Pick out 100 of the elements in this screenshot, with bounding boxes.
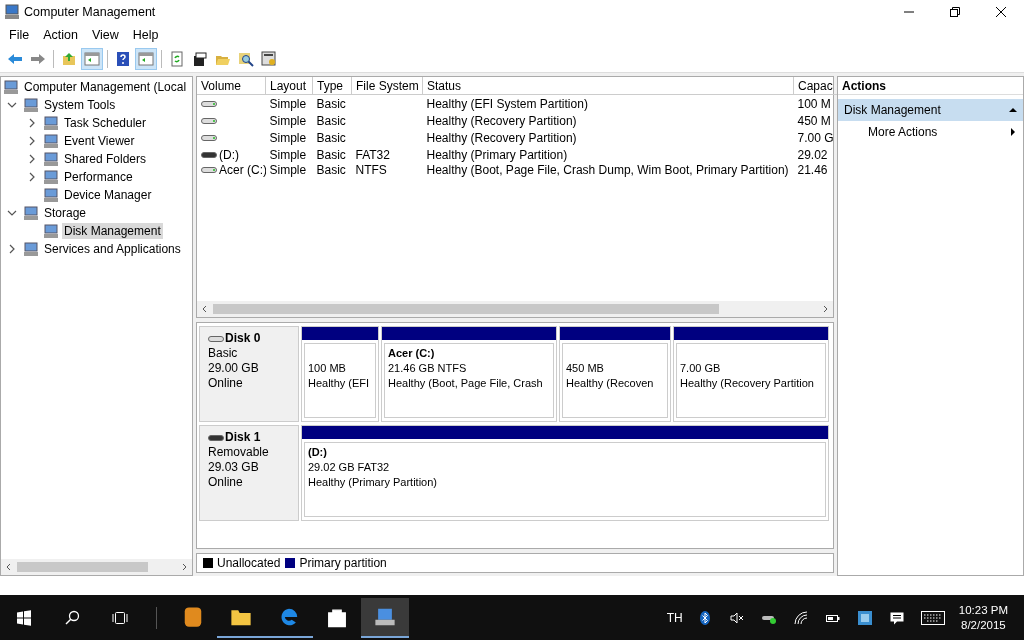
table-cell: Basic [316,130,346,145]
table-cell: Healthy (Recovery Partition) [426,130,577,145]
disk-status: Online [208,376,244,391]
tree-item[interactable]: Shared Folders [62,151,149,167]
tree-item[interactable]: Computer Management (Local [22,79,189,95]
app-tray-icon[interactable] [856,609,873,626]
scroll-left-icon[interactable] [5,563,13,571]
partition-block[interactable]: (D:) 29.02 GB FAT32 Healthy (Primary Partition) [301,425,829,521]
partition-status: Healthy (Recoven [566,376,655,391]
table-cell: Simple [269,163,307,177]
clock-time[interactable]: 10:23 PM [958,602,1008,618]
horizontal-scrollbar[interactable] [197,301,833,317]
chevron-icon[interactable] [27,172,37,182]
disk-info-panel[interactable]: Disk 0 Basic 29.00 GB Online [199,326,299,422]
chevron-icon[interactable] [7,208,17,218]
partition-block[interactable]: Acer (C:) 21.46 GB NTFS Healthy (Boot, Page File, Crash [381,326,557,422]
partition-status: Healthy (Recovery Partition [680,376,815,391]
tree-item-icon [43,187,59,203]
window-title: Computer Management [24,5,156,19]
up-icon [61,50,77,67]
tree-item-icon [43,169,59,185]
column-header[interactable]: File System [351,77,423,95]
menu-item[interactable]: Help [125,25,166,44]
partition-size: 7.00 GB [680,361,722,376]
partition-name: Acer (C:) [388,346,436,361]
chevron-icon[interactable] [27,136,37,146]
tree-item[interactable]: Disk Management [62,223,163,239]
actions-header: Actions [838,77,1023,95]
column-header[interactable]: Type [312,77,352,95]
menu-item[interactable]: Action [36,25,85,44]
column-header[interactable]: Layout [265,77,313,95]
scroll-left-icon[interactable] [201,305,209,313]
pane-button[interactable] [81,47,103,70]
partition-block[interactable]: 100 MB Healthy (EFI [301,326,379,422]
table-cell: Simple [269,96,307,111]
table-cell: 450 M [797,113,831,128]
chevron-icon[interactable] [27,118,37,128]
maximize-icon[interactable] [950,7,960,17]
table-cell: Healthy (Boot, Page File, Crash Dump, Wim Boot, Primary Partition) [426,163,789,177]
clock-date[interactable]: 8/2/2015 [961,617,1006,633]
table-cell: Healthy (EFI System Partition) [426,96,588,111]
chevron-icon[interactable] [27,154,37,164]
tree-item-icon [43,223,59,239]
scroll-right-icon[interactable] [821,305,829,313]
action-link[interactable]: More Actions [838,121,1023,143]
tree-item[interactable]: Services and Applications [42,241,183,257]
actions-section[interactable]: Disk Management [838,99,1023,121]
tree-item[interactable]: Task Scheduler [62,115,149,131]
submenu-arrow-icon [1009,128,1017,136]
tree-item-icon [43,133,59,149]
table-cell: Healthy (Primary Partition) [426,147,568,162]
input-language[interactable]: TH [666,610,683,625]
disk-info-panel[interactable]: Disk 1 Removable 29.03 GB Online [199,425,299,521]
properties-icon [192,50,208,67]
partition-status: Healthy (Boot, Page File, Crash [388,376,544,391]
partition-block[interactable]: 450 MB Healthy (Recoven [559,326,671,422]
tree-item[interactable]: Storage [42,205,89,221]
chevron-icon[interactable] [7,100,17,110]
menu-item[interactable]: File [2,25,37,44]
tree-item[interactable]: System Tools [42,97,118,113]
table-cell: 100 M [797,96,831,111]
help-icon [115,50,131,67]
tree-item-icon [3,79,19,95]
disk-size: 29.03 GB [208,460,260,475]
search-icon[interactable] [64,609,80,626]
tree-item[interactable]: Performance [62,169,135,185]
wifi-icon[interactable] [792,609,809,626]
table-cell: Basic [316,113,346,128]
keyboard-icon[interactable] [920,610,945,625]
tree-item-icon [23,97,39,113]
menu-item[interactable]: View [84,25,126,44]
taskbar-app[interactable] [361,597,409,638]
table-cell: Acer (C:) [219,163,266,177]
tree-item[interactable]: Event Viewer [62,133,137,149]
close-icon[interactable] [996,7,1006,17]
pane-icon [84,50,100,67]
partition-size: 100 MB [308,361,347,376]
disk-type: Basic [208,346,239,361]
partition-status: Healthy (Primary Partition) [308,475,438,490]
disk-name: Disk 1 [225,430,261,445]
pane-icon [138,50,154,67]
legend-label: Primary partition [299,556,387,570]
tree-item-icon [23,241,39,257]
tree-item[interactable]: Device Manager [62,187,154,203]
table-cell: Basic [316,163,346,177]
task-view-icon[interactable] [112,609,128,626]
partition-block[interactable]: 7.00 GB Healthy (Recovery Partition [673,326,829,422]
tree-item-icon [43,115,59,131]
scroll-right-icon[interactable] [180,563,188,571]
column-header[interactable]: Volume [197,77,266,95]
windows-logo-icon[interactable] [16,609,32,626]
table-cell: (D:) [219,147,239,162]
partition-size: 450 MB [566,361,605,376]
chevron-icon[interactable] [7,244,17,254]
horizontal-scrollbar[interactable] [1,559,192,575]
tree-item-icon [43,151,59,167]
column-header[interactable]: Status [422,77,794,95]
table-cell: Basic [316,96,346,111]
table-cell: 7.00 G [797,130,834,145]
table-cell: 29.02 [797,147,828,162]
